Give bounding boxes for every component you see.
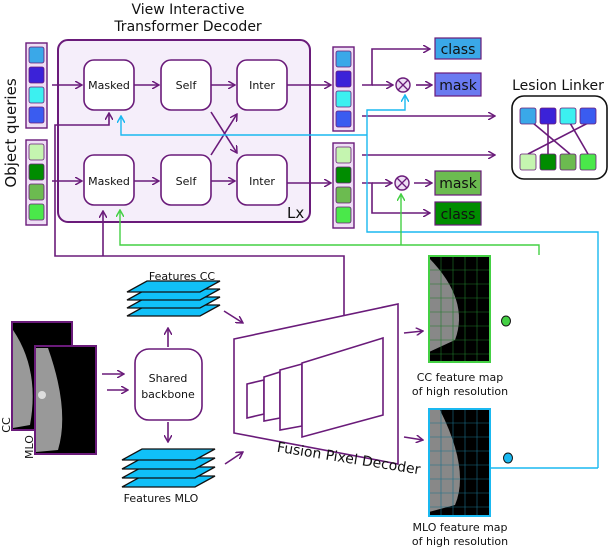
cc-class-output: class (434, 37, 482, 60)
features-mlo-stack (121, 448, 216, 488)
lesion-linker-label: Lesion Linker (512, 78, 604, 94)
svg-text:mask: mask (439, 78, 478, 94)
mlo-feature-map (428, 408, 513, 517)
svg-text:backbone: backbone (141, 388, 195, 401)
object-queries-label: Object queries (2, 78, 20, 187)
mlo-mask-output: mask (434, 170, 482, 196)
architecture-diagram: View Interactive Transformer Decoder Lx … (0, 2, 608, 548)
svg-text:Inter: Inter (249, 79, 275, 92)
features-cc-stack (126, 280, 221, 317)
masked-attention-cc: Masked (83, 59, 135, 111)
cc-view-label: CC (0, 417, 13, 433)
multiply-icon (395, 77, 411, 93)
svg-text:Self: Self (176, 79, 198, 92)
decoder-title-line2: Transformer Decoder (113, 19, 262, 35)
masked-attention-mlo: Masked (83, 154, 135, 206)
mlo-view-label: MLO (23, 435, 36, 459)
self-attention-cc: Self (160, 59, 212, 111)
svg-text:Masked: Masked (88, 79, 130, 92)
inter-attention-cc: Inter (236, 59, 288, 111)
multiply-icon (394, 175, 410, 191)
self-attention-mlo: Self (160, 154, 212, 206)
cc-feature-map (428, 255, 511, 363)
cc-map-caption-line1: CC feature map (417, 371, 504, 384)
svg-text:Inter: Inter (249, 175, 275, 188)
mlo-class-output: class (434, 201, 482, 226)
svg-text:mask: mask (439, 176, 478, 192)
mlo-query-column (25, 139, 48, 226)
decoder-title-line1: View Interactive (131, 2, 244, 18)
features-mlo-label: Features MLO (124, 492, 199, 505)
mlo-output-queries (332, 142, 355, 229)
repeat-label: Lx (287, 204, 304, 222)
fusion-pixel-decoder (233, 303, 399, 465)
mlo-map-caption-line1: MLO feature map (412, 521, 507, 534)
mlo-map-caption-line2: of high resolution (412, 535, 508, 548)
svg-text:Masked: Masked (88, 175, 130, 188)
lesion-linker-box (511, 95, 608, 180)
svg-text:class: class (441, 207, 476, 223)
mlo-mammogram (34, 345, 97, 455)
svg-text:class: class (441, 42, 476, 58)
cc-map-caption-line2: of high resolution (412, 385, 508, 398)
inter-attention-mlo: Inter (236, 154, 288, 206)
svg-text:Shared: Shared (149, 372, 188, 385)
svg-text:Self: Self (176, 175, 198, 188)
cc-query-column (25, 42, 48, 129)
shared-backbone: Shared backbone (134, 348, 203, 421)
cc-output-queries (332, 46, 355, 132)
cc-mask-output: mask (434, 72, 482, 97)
